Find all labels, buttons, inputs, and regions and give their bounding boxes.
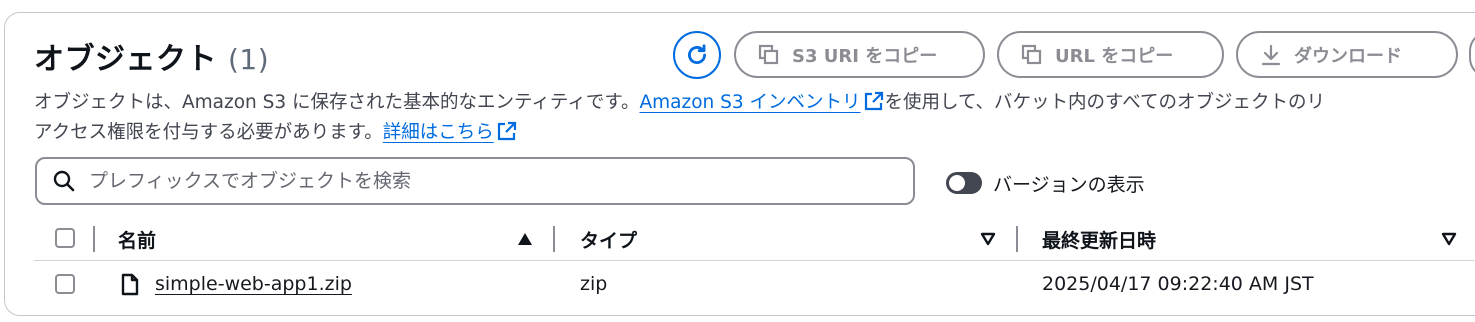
- column-header-last-modified[interactable]: 最終更新日時: [1042, 226, 1156, 253]
- description-line-1: オブジェクトは、Amazon S3 に保存された基本的なエンティティです。Ama…: [34, 88, 1325, 114]
- row-checkbox[interactable]: [55, 274, 75, 294]
- search-icon: [53, 170, 75, 192]
- copy-icon: [1021, 44, 1042, 64]
- download-label: ダウンロード: [1294, 45, 1402, 67]
- download-button[interactable]: ダウンロード: [1236, 31, 1458, 78]
- column-divider[interactable]: [553, 226, 555, 252]
- object-name-link[interactable]: simple-web-app1.zip: [155, 273, 352, 295]
- column-divider: [93, 226, 95, 252]
- select-all-checkbox[interactable]: [55, 228, 75, 248]
- download-icon: [1261, 44, 1281, 65]
- refresh-button[interactable]: [673, 31, 721, 79]
- sort-descending-icon[interactable]: [980, 232, 996, 246]
- copy-s3-uri-label: S3 URI をコピー: [792, 45, 938, 67]
- copy-url-button[interactable]: URL をコピー: [997, 31, 1224, 78]
- copy-url-label: URL をコピー: [1055, 45, 1174, 67]
- object-last-modified: 2025/04/17 09:22:40 AM JST: [1042, 273, 1314, 295]
- sort-ascending-icon[interactable]: [517, 232, 533, 246]
- version-toggle-label: バージョンの表示: [993, 174, 1145, 196]
- version-toggle[interactable]: [946, 172, 982, 194]
- toggle-knob: [949, 175, 965, 191]
- file-icon: [121, 273, 139, 296]
- refresh-icon: [688, 44, 706, 64]
- learn-more-link[interactable]: 詳細はこちら: [383, 122, 494, 143]
- page-title: オブジェクト (1): [34, 34, 269, 78]
- description-text: を使用して、バケット内のすべてのオブジェクトのリ: [884, 92, 1326, 113]
- header-divider: [34, 260, 1475, 261]
- title-text: オブジェクト: [34, 42, 217, 77]
- sort-descending-icon[interactable]: [1441, 232, 1457, 246]
- column-header-type[interactable]: タイプ: [580, 226, 637, 253]
- description-text: オブジェクトは、Amazon S3 に保存された基本的なエンティティです。: [34, 92, 640, 113]
- column-divider[interactable]: [1016, 226, 1018, 252]
- search-input[interactable]: [87, 169, 871, 193]
- copy-icon: [758, 44, 779, 64]
- search-box[interactable]: [35, 157, 915, 205]
- object-count: (1): [227, 43, 270, 76]
- external-link-icon: [864, 91, 883, 111]
- copy-s3-uri-button[interactable]: S3 URI をコピー: [734, 31, 985, 78]
- object-type: zip: [580, 273, 608, 295]
- description-text: アクセス権限を付与する必要があります。: [34, 122, 383, 143]
- column-header-name[interactable]: 名前: [118, 226, 156, 253]
- external-link-icon: [497, 121, 516, 141]
- description-line-2: アクセス権限を付与する必要があります。詳細はこちら: [34, 118, 518, 144]
- inventory-link[interactable]: Amazon S3 インベントリ: [639, 92, 860, 113]
